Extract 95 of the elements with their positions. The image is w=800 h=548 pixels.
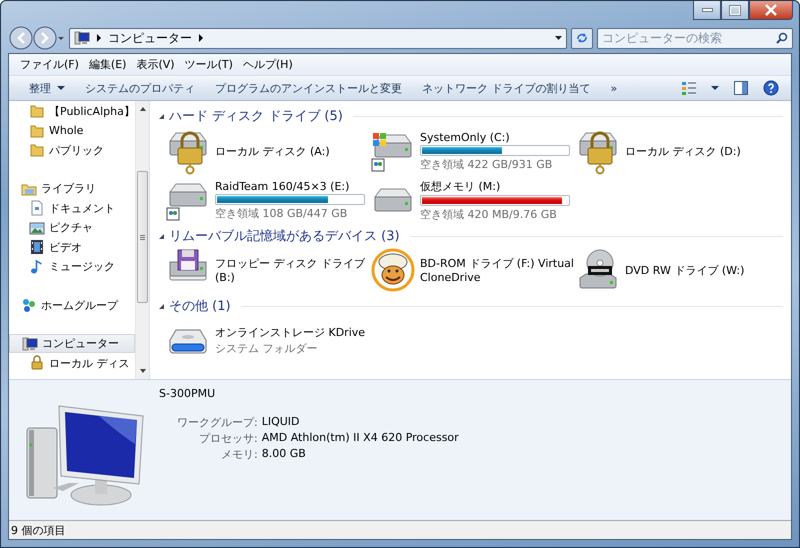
sidebar-item[interactable]: ホームグループ	[9, 295, 135, 315]
sidebar-item[interactable]: ミュージック	[9, 256, 135, 276]
sidebar-item[interactable]: 【PublicAlpha】	[9, 101, 135, 121]
computer-icon	[74, 30, 90, 46]
back-button[interactable]	[9, 26, 33, 50]
group-header[interactable]: リムーバブル記憶域があるデバイス (3)	[169, 227, 400, 246]
sidebar-item[interactable]: ドキュメント	[9, 198, 135, 218]
menu-item[interactable]: ツール(T)	[180, 56, 238, 72]
drive-item[interactable]: 仮想メモリ (M:) 空き領域 420 MB/9.76 GB	[371, 176, 576, 224]
refresh-button[interactable]	[571, 28, 593, 48]
sidebar-item[interactable]: Whole	[9, 120, 135, 140]
drive-icon	[374, 188, 412, 212]
drive-name: 仮想メモリ (M:)	[420, 178, 502, 194]
field-value: LIQUID	[262, 414, 301, 430]
computer-icon	[22, 336, 38, 352]
drive-name: フロッピー ディスク ドライブ (B:)	[215, 256, 366, 284]
menu-item[interactable]: 編集(E)	[84, 56, 132, 72]
disc-face-icon	[371, 248, 415, 292]
menu-item[interactable]: ファイル(F)	[15, 56, 84, 72]
drive-item[interactable]: ローカル ディスク (D:)	[576, 126, 776, 176]
breadcrumb-item[interactable]: コンピューター	[108, 30, 192, 46]
drive-item[interactable]: ローカル ディスク (A:)	[166, 126, 371, 176]
film-icon	[29, 239, 45, 256]
change-view-icon[interactable]	[681, 80, 697, 96]
toolbar-button[interactable]: プログラムのアンインストールと変更	[205, 78, 412, 99]
folder-icon	[29, 103, 45, 120]
drive-item[interactable]: BD-ROM ドライブ (F:) Virtual CloneDrive	[371, 246, 576, 294]
collapse-arrow-icon[interactable]	[158, 112, 165, 120]
menu-item[interactable]: ヘルプ(H)	[238, 56, 298, 72]
breadcrumb-arrow-icon	[96, 33, 102, 43]
free-space-text: 空き領域 420 MB/9.76 GB	[420, 206, 558, 222]
drive-name: ローカル ディスク (A:)	[215, 144, 330, 159]
preview-pane-icon[interactable]	[733, 80, 749, 96]
forward-button[interactable]	[33, 26, 57, 50]
more-commands-button[interactable]: »	[600, 78, 628, 98]
drive-item[interactable]: DVD RW ドライブ (W:)	[576, 246, 776, 294]
sidebar-item[interactable]: ライブラリ	[9, 178, 135, 198]
drive-name: DVD RW ドライブ (W:)	[625, 262, 744, 278]
sidebar-item[interactable]: ビデオ	[9, 237, 135, 257]
drive-name: オンラインストレージ KDrive	[215, 324, 366, 340]
breadcrumb-arrow-icon[interactable]	[198, 33, 204, 43]
drive-name: BD-ROM ドライブ (F:) Virtual CloneDrive	[420, 256, 575, 284]
field-value: AMD Athlon(tm) II X4 620 Processor	[262, 430, 459, 446]
sidebar-item[interactable]: ピクチャ	[9, 218, 135, 238]
caret-icon	[57, 85, 65, 92]
field-label: ワークグループ:	[177, 414, 258, 430]
minimize-button[interactable]	[693, 1, 721, 20]
scrollbar[interactable]	[135, 101, 149, 379]
sidebar-item[interactable]: ローカル ディス	[9, 353, 135, 373]
organize-button[interactable]: 整理	[21, 78, 75, 99]
refresh-icon	[575, 31, 589, 45]
collapse-arrow-icon[interactable]	[158, 302, 165, 310]
drive-name: RaidTeam 160/45×3 (E:)	[215, 180, 350, 193]
document-icon	[29, 200, 45, 216]
minimize-icon	[702, 8, 712, 12]
status-text: 9 個の項目	[11, 522, 66, 538]
folder-icon	[29, 122, 45, 139]
grip-icon[interactable]	[140, 234, 145, 240]
field-value: 8.00 GB	[262, 446, 307, 462]
homegroup-icon	[21, 297, 37, 314]
drive-item[interactable]: SystemOnly (C:) 空き領域 422 GB/931 GB	[371, 126, 576, 176]
drive-name: SystemOnly (C:)	[420, 130, 511, 144]
free-space-text: 空き領域 422 GB/931 GB	[420, 156, 554, 172]
computer-name: S-300PMU	[159, 386, 216, 402]
lock-icon	[29, 355, 45, 372]
sidebar-item[interactable]: パブリック	[9, 140, 135, 160]
item-type-text: システム フォルダー	[215, 340, 318, 356]
field-label: プロセッサ:	[198, 430, 258, 446]
address-bar[interactable]: コンピューター	[69, 28, 567, 48]
collapse-arrow-icon[interactable]	[158, 232, 165, 240]
field-label: メモリ:	[220, 446, 258, 462]
maximize-icon	[729, 4, 741, 16]
drive-item[interactable]: RaidTeam 160/45×3 (E:) 空き領域 108 GB/447 GB	[166, 176, 371, 224]
help-icon[interactable]	[763, 80, 779, 96]
search-icon[interactable]	[776, 32, 788, 44]
menu-item[interactable]: 表示(V)	[131, 56, 180, 72]
picture-icon	[29, 220, 45, 236]
search-field[interactable]: コンピューターの検索	[597, 28, 793, 48]
drive-item[interactable]: フロッピー ディスク ドライブ (B:)	[166, 246, 371, 294]
close-button[interactable]	[749, 1, 793, 20]
free-space-text: 空き領域 108 GB/447 GB	[215, 206, 348, 221]
group-header[interactable]: その他 (1)	[169, 297, 231, 316]
close-icon	[765, 4, 777, 16]
folder-icon	[29, 142, 45, 158]
music-note-icon	[29, 258, 45, 275]
group-header[interactable]: ハード ディスク ドライブ (5)	[169, 107, 343, 126]
scroll-up-arrow-icon[interactable]	[138, 105, 146, 114]
scroll-down-arrow-icon[interactable]	[138, 366, 146, 375]
drive-item[interactable]: オンラインストレージ KDrive システム フォルダー	[166, 316, 371, 364]
maximize-button[interactable]	[721, 1, 749, 20]
toolbar-button[interactable]: システムのプロパティ	[75, 78, 205, 99]
toolbar-button[interactable]: ネットワーク ドライブの割り当て	[412, 78, 600, 99]
sidebar-item[interactable]: コンピューター	[9, 334, 135, 354]
drive-name: ローカル ディスク (D:)	[625, 144, 741, 159]
caret-icon[interactable]	[711, 85, 719, 92]
